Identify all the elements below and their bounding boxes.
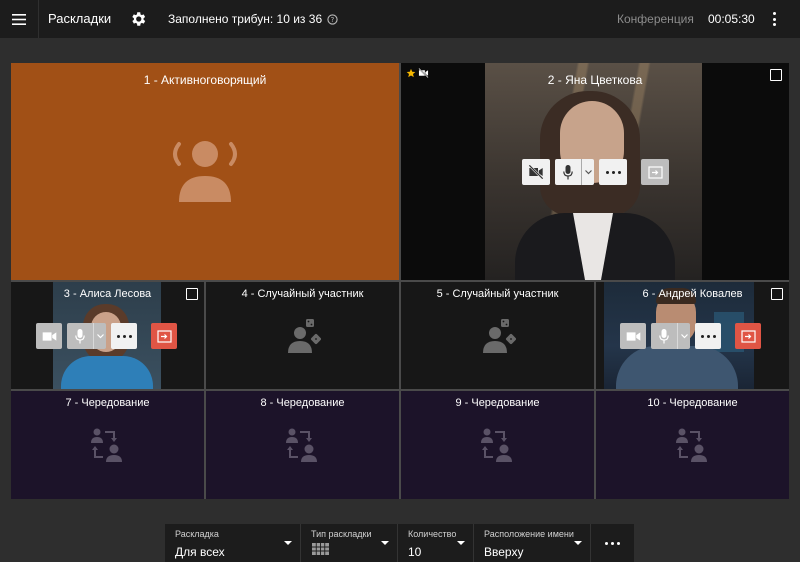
more-options-button[interactable] xyxy=(695,323,721,349)
microphone-options-button[interactable] xyxy=(677,323,690,349)
filled-stands-text: Заполнено трибун: 10 из 36 xyxy=(168,12,323,26)
filled-stands-indicator: Заполнено трибун: 10 из 36 ? xyxy=(168,12,338,26)
random-participant-icon xyxy=(483,319,516,353)
rotation-icon xyxy=(286,428,317,462)
tile-controls xyxy=(620,323,761,349)
page-title: Раскладки xyxy=(48,11,112,26)
microphone-options-button[interactable] xyxy=(93,323,106,349)
random-participant-icon xyxy=(288,319,321,353)
name-position-label: Расположение имени xyxy=(484,529,574,539)
microphone-icon xyxy=(75,328,85,343)
remove-from-layout-button[interactable] xyxy=(735,323,761,349)
active-speaker-icon xyxy=(173,141,237,202)
count-select[interactable]: Количество 10 xyxy=(398,524,474,562)
count-value: 10 xyxy=(408,545,422,559)
caret-down-icon xyxy=(574,541,582,545)
tile-select-checkbox[interactable] xyxy=(771,288,783,300)
more-horiz-icon xyxy=(605,170,621,174)
chevron-down-icon xyxy=(680,333,688,338)
tile-label: 10 - Чередование xyxy=(647,397,738,409)
layout-select-label: Раскладка xyxy=(175,529,219,539)
chevron-down-icon xyxy=(584,169,592,174)
tile-label: 9 - Чередование xyxy=(455,397,540,409)
help-circle-icon[interactable]: ? xyxy=(327,13,338,25)
camera-toggle-button[interactable] xyxy=(522,159,550,185)
tile-participant-andrey[interactable]: 6 - Андрей Ковалев xyxy=(596,282,789,389)
count-label: Количество xyxy=(408,529,457,539)
tile-label: 5 - Случайный участник xyxy=(436,288,559,300)
top-bar: Раскладки Заполнено трибун: 10 из 36 ? К… xyxy=(0,0,800,38)
session-timer: 00:05:30 xyxy=(708,12,755,26)
exit-icon xyxy=(156,329,172,343)
more-horiz-icon xyxy=(700,334,716,338)
tile-label: 8 - Чередование xyxy=(260,397,345,409)
layout-select[interactable]: Раскладка Для всех xyxy=(165,524,301,562)
camera-toggle-button[interactable] xyxy=(620,323,646,349)
chevron-down-icon xyxy=(96,333,104,338)
hamburger-menu-button[interactable] xyxy=(0,0,39,38)
tile-label: 3 - Алиса Лесова xyxy=(63,288,152,300)
tile-label: 7 - Чередование xyxy=(65,397,150,409)
layout-type-label: Тип раскладки xyxy=(311,529,372,539)
hamburger-icon xyxy=(12,13,26,25)
microphone-options-button[interactable] xyxy=(581,159,594,185)
tile-label: 2 - Яна Цветкова xyxy=(547,73,643,87)
more-options-button[interactable] xyxy=(111,323,137,349)
rotation-icon xyxy=(91,428,122,462)
video-camera-icon xyxy=(42,331,56,341)
layout-settings-bar: Раскладка Для всех Тип раскладки Количес… xyxy=(165,524,634,562)
tile-participant-yana[interactable]: 2 - Яна Цветкова xyxy=(401,63,789,280)
microphone-icon xyxy=(659,328,669,343)
tile-controls xyxy=(36,323,177,349)
remove-from-layout-button[interactable] xyxy=(641,159,669,185)
layout-type-select[interactable]: Тип раскладки xyxy=(301,524,398,562)
name-position-select[interactable]: Расположение имени Вверху xyxy=(474,524,591,562)
tile-random-participant[interactable]: 4 - Случайный участник xyxy=(206,282,399,389)
tile-active-speaker[interactable]: 1 - Активноговорящий xyxy=(11,63,399,280)
microphone-button[interactable] xyxy=(555,159,594,185)
camera-toggle-button[interactable] xyxy=(36,323,62,349)
tile-label: 1 - Активноговорящий xyxy=(143,73,267,87)
exit-icon xyxy=(647,165,663,179)
tile-participant-alisa[interactable]: 3 - Алиса Лесова xyxy=(11,282,204,389)
name-position-value: Вверху xyxy=(484,545,524,559)
layout-grid: 1 - Активноговорящий 2 - Яна Цветкова 3 … xyxy=(11,63,789,499)
tile-rotation[interactable]: 8 - Чередование xyxy=(206,391,399,499)
remove-from-layout-button[interactable] xyxy=(151,323,177,349)
more-horiz-icon[interactable] xyxy=(591,524,634,562)
caret-down-icon xyxy=(284,541,292,545)
tile-rotation[interactable]: 9 - Чередование xyxy=(401,391,594,499)
tile-controls xyxy=(522,159,669,185)
microphone-button[interactable] xyxy=(651,323,690,349)
rotation-icon xyxy=(481,428,512,462)
tile-rotation[interactable]: 7 - Чередование xyxy=(11,391,204,499)
tile-label: 6 - Андрей Ковалев xyxy=(642,288,743,300)
grid-layout-icon xyxy=(312,543,329,555)
tile-rotation[interactable]: 10 - Чередование xyxy=(596,391,789,499)
svg-text:?: ? xyxy=(331,15,335,23)
more-horiz-icon xyxy=(116,334,132,338)
more-vert-icon[interactable] xyxy=(766,10,782,28)
caret-down-icon xyxy=(457,541,465,545)
tile-label: 4 - Случайный участник xyxy=(241,288,364,300)
tile-select-checkbox[interactable] xyxy=(186,288,198,300)
layout-select-value: Для всех xyxy=(175,545,225,559)
caret-down-icon xyxy=(381,541,389,545)
gear-icon[interactable] xyxy=(129,10,147,28)
more-options-button[interactable] xyxy=(599,159,627,185)
exit-icon xyxy=(740,329,756,343)
rotation-icon xyxy=(676,428,707,462)
microphone-icon xyxy=(563,164,573,179)
video-off-icon xyxy=(528,165,544,179)
conference-link[interactable]: Конференция xyxy=(617,12,694,26)
tile-random-participant[interactable]: 5 - Случайный участник xyxy=(401,282,594,389)
tile-select-checkbox[interactable] xyxy=(770,69,782,81)
microphone-button[interactable] xyxy=(67,323,106,349)
video-camera-icon xyxy=(626,331,640,341)
